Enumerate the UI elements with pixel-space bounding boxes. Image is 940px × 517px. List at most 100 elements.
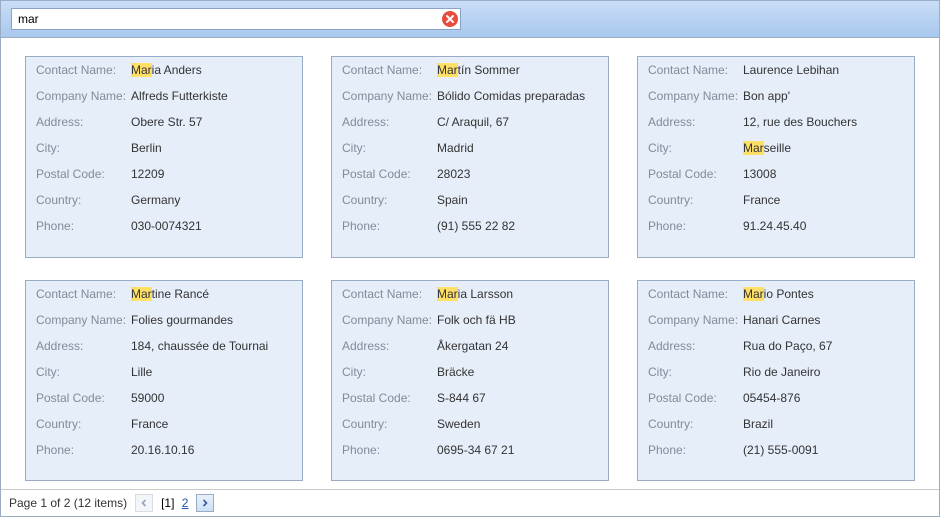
contact-card[interactable]: Contact Name:Martín SommerCompany Name:B… [331,56,609,258]
highlight: Mar [743,141,764,155]
card-value: France [131,416,292,432]
pager-next-button[interactable] [196,494,214,512]
card-label: Address: [342,338,437,354]
pager-page-2[interactable]: 2 [180,496,191,510]
contact-card[interactable]: Contact Name:Maria AndersCompany Name:Al… [25,56,303,258]
card-value: Germany [131,192,292,208]
card-value: Brazil [743,416,904,432]
pager-prev-button[interactable] [135,494,153,512]
card-value: Laurence Lebihan [743,62,904,78]
card-row-city: City:Marseille [638,135,914,161]
card-label: Country: [36,416,131,432]
card-row-country: Country:Brazil [638,411,914,437]
card-value: Folk och fä HB [437,312,598,328]
card-row-company-name: Company Name:Alfreds Futterkiste [26,83,302,109]
card-label: Phone: [342,218,437,234]
search-input[interactable] [11,8,461,30]
card-row-contact-name: Contact Name:Mario Pontes [638,281,914,307]
card-label: Country: [36,192,131,208]
card-label: Contact Name: [342,286,437,302]
card-value: Åkergatan 24 [437,338,598,354]
highlight: Mar [131,63,152,77]
card-value: 13008 [743,166,904,182]
card-value: 030-0074321 [131,218,292,234]
card-label: Company Name: [648,312,743,328]
card-row-company-name: Company Name:Folk och fä HB [332,307,608,333]
card-label: Company Name: [36,88,131,104]
contact-card[interactable]: Contact Name:Maria LarssonCompany Name:F… [331,280,609,482]
card-value: Bon app' [743,88,904,104]
card-label: Phone: [36,442,131,458]
card-value: Alfreds Futterkiste [131,88,292,104]
card-label: Company Name: [342,312,437,328]
card-row-country: Country:France [638,187,914,213]
card-row-city: City:Rio de Janeiro [638,359,914,385]
card-row-address: Address:Åkergatan 24 [332,333,608,359]
card-value: Mario Pontes [743,286,904,302]
card-value: Bólido Comidas preparadas [437,88,598,104]
card-value: Rua do Paço, 67 [743,338,904,354]
contact-card[interactable]: Contact Name:Mario PontesCompany Name:Ha… [637,280,915,482]
card-row-country: Country:Germany [26,187,302,213]
card-value: C/ Araquil, 67 [437,114,598,130]
card-row-country: Country:Sweden [332,411,608,437]
card-value: S-844 67 [437,390,598,406]
card-value: Rio de Janeiro [743,364,904,380]
card-row-address: Address:184, chaussée de Tournai [26,333,302,359]
card-label: City: [648,140,743,156]
card-value: Sweden [437,416,598,432]
card-row-country: Country:Spain [332,187,608,213]
card-row-city: City:Madrid [332,135,608,161]
card-label: Country: [648,416,743,432]
card-label: Country: [342,192,437,208]
contact-card[interactable]: Contact Name:Laurence LebihanCompany Nam… [637,56,915,258]
card-label: Postal Code: [648,390,743,406]
card-label: Address: [36,114,131,130]
card-row-city: City:Bräcke [332,359,608,385]
card-label: Company Name: [36,312,131,328]
card-value: (21) 555-0091 [743,442,904,458]
chevron-left-icon [140,499,148,507]
card-row-phone: Phone:(21) 555-0091 [638,437,914,463]
card-row-address: Address:12, rue des Bouchers [638,109,914,135]
card-row-postal-code: Postal Code:28023 [332,161,608,187]
card-label: Contact Name: [342,62,437,78]
pager-page-1[interactable]: [1] [159,496,176,510]
contact-card[interactable]: Contact Name:Martine RancéCompany Name:F… [25,280,303,482]
card-value: Martine Rancé [131,286,292,302]
card-row-contact-name: Contact Name:Maria Larsson [332,281,608,307]
card-value: 12209 [131,166,292,182]
highlight: Mar [437,63,458,77]
close-icon [445,14,455,24]
card-row-postal-code: Postal Code:59000 [26,385,302,411]
card-label: Address: [648,338,743,354]
card-row-address: Address:C/ Araquil, 67 [332,109,608,135]
card-value: 28023 [437,166,598,182]
card-label: Postal Code: [342,390,437,406]
card-value: 0695-34 67 21 [437,442,598,458]
card-value: Marseille [743,140,904,156]
card-value: Bräcke [437,364,598,380]
card-row-contact-name: Contact Name:Martín Sommer [332,57,608,83]
card-row-phone: Phone:030-0074321 [26,213,302,239]
search-input-wrap [11,8,461,30]
card-value: Maria Anders [131,62,292,78]
clear-search-button[interactable] [442,11,458,27]
card-label: Phone: [342,442,437,458]
card-value: Folies gourmandes [131,312,292,328]
card-row-postal-code: Postal Code:12209 [26,161,302,187]
card-label: Country: [342,416,437,432]
card-label: City: [342,364,437,380]
pager-status: Page 1 of 2 (12 items) [9,496,127,510]
card-row-phone: Phone:0695-34 67 21 [332,437,608,463]
app-root: Contact Name:Maria AndersCompany Name:Al… [0,0,940,517]
card-row-address: Address:Obere Str. 57 [26,109,302,135]
card-label: Postal Code: [36,166,131,182]
card-row-city: City:Berlin [26,135,302,161]
card-row-company-name: Company Name:Bólido Comidas preparadas [332,83,608,109]
card-label: Company Name: [342,88,437,104]
highlight: Mar [131,287,152,301]
card-row-contact-name: Contact Name:Laurence Lebihan [638,57,914,83]
pager: Page 1 of 2 (12 items) [1] 2 [1,489,939,516]
card-row-country: Country:France [26,411,302,437]
